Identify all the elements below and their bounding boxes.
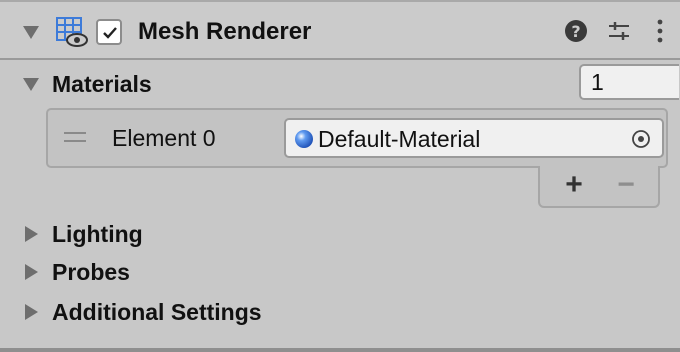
material-sphere-icon <box>295 130 313 148</box>
object-picker-icon[interactable] <box>630 128 652 150</box>
checkmark-icon <box>103 27 117 39</box>
section-lighting[interactable]: Lighting <box>52 219 143 249</box>
component-enabled-checkbox[interactable] <box>96 19 122 45</box>
materials-foldout-icon[interactable] <box>23 78 39 91</box>
kebab-menu-icon[interactable] <box>650 18 670 44</box>
component-header[interactable]: Mesh Renderer ? <box>0 0 680 60</box>
remove-element-button[interactable]: − <box>606 168 646 202</box>
list-footer: + − <box>538 166 660 208</box>
panel-divider <box>0 348 680 352</box>
foldout-expanded-icon[interactable] <box>23 26 39 39</box>
component-title: Mesh Renderer <box>138 18 312 45</box>
inspector-panel: Mesh Renderer ? Materials 1 Element 0 De… <box>0 0 680 352</box>
help-icon[interactable]: ? <box>563 18 589 44</box>
add-element-button[interactable]: + <box>554 168 594 202</box>
element-label: Element 0 <box>112 125 216 151</box>
section-additional-settings[interactable]: Additional Settings <box>52 297 262 327</box>
drag-handle-icon[interactable] <box>64 132 86 144</box>
material-object-field[interactable]: Default-Material <box>284 118 664 158</box>
section-probes[interactable]: Probes <box>52 257 130 287</box>
materials-list: Element 0 Default-Material <box>46 108 668 168</box>
svg-text:?: ? <box>571 22 580 41</box>
presets-icon[interactable] <box>606 18 632 44</box>
material-name: Default-Material <box>318 126 481 152</box>
lighting-foldout-icon[interactable] <box>25 226 38 242</box>
materials-label[interactable]: Materials <box>52 69 152 99</box>
probes-foldout-icon[interactable] <box>25 264 38 280</box>
additional-settings-foldout-icon[interactable] <box>25 304 38 320</box>
materials-count-field[interactable]: 1 <box>579 64 679 100</box>
mesh-renderer-icon <box>56 17 88 47</box>
